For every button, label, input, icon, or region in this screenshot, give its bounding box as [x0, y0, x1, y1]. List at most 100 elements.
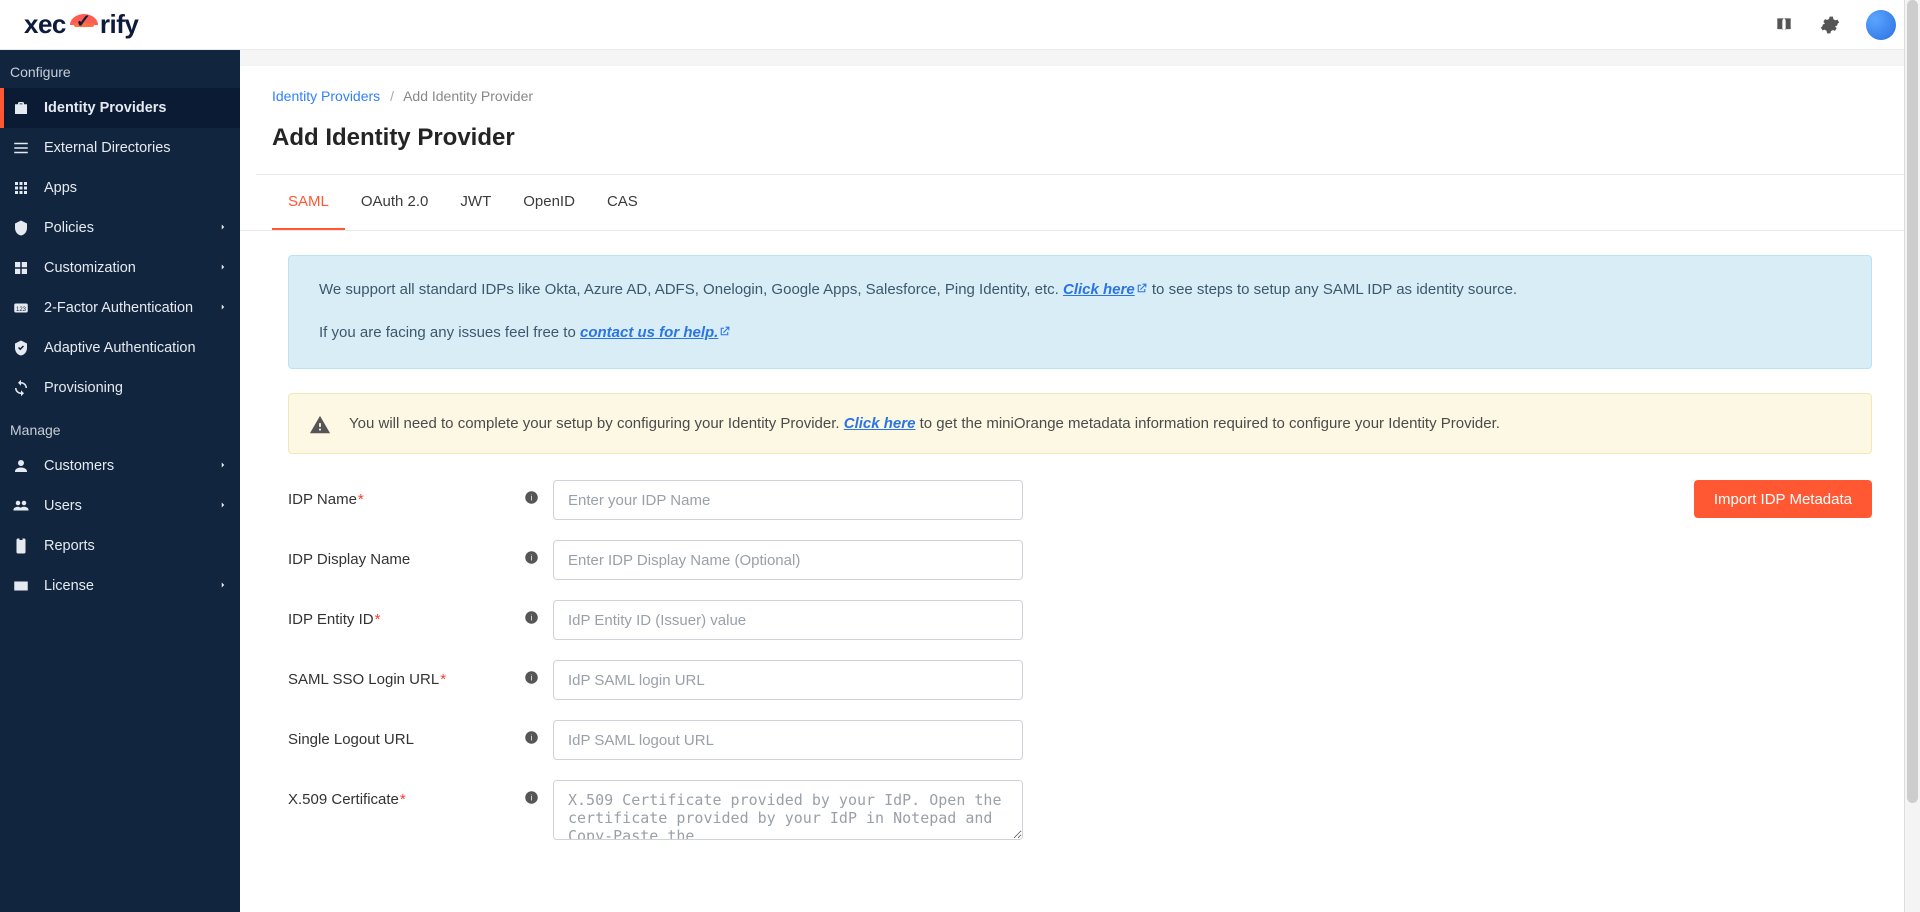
- field-label: IDP Display Namei: [288, 540, 553, 569]
- logo[interactable]: xec rify: [24, 9, 138, 40]
- form-row-single-logout-url: Single Logout URLi: [288, 720, 1872, 760]
- shieldok-icon: [12, 339, 30, 357]
- form-row-idp-display-name: IDP Display Namei: [288, 540, 1872, 580]
- tab-saml[interactable]: SAML: [272, 175, 345, 230]
- field-label: X.509 Certificate*i: [288, 780, 553, 809]
- field-label: IDP Name*i: [288, 480, 553, 509]
- warn-click-here-link[interactable]: Click here: [844, 415, 916, 432]
- scrollbar-thumb[interactable]: [1907, 0, 1918, 803]
- info-text-2: to see steps to setup any SAML IDP as id…: [1152, 281, 1517, 298]
- sidebar-item-identity-providers[interactable]: Identity Providers: [0, 88, 240, 128]
- info-icon[interactable]: i: [524, 550, 539, 569]
- sidebar-item-provisioning[interactable]: Provisioning: [0, 368, 240, 408]
- header-actions: [1774, 10, 1896, 40]
- external-link-icon: [718, 322, 731, 346]
- sidebar-item-customization[interactable]: Customization: [0, 248, 240, 288]
- sidebar-item-users[interactable]: Users: [0, 486, 240, 526]
- info-text: We support all standard IDPs like Okta, …: [319, 281, 1063, 298]
- tablist: SAMLOAuth 2.0JWTOpenIDCAS: [240, 175, 1920, 231]
- field-label: IDP Entity ID*i: [288, 600, 553, 629]
- sidebar-item-reports[interactable]: Reports: [0, 526, 240, 566]
- tab-openid[interactable]: OpenID: [507, 175, 591, 230]
- tab-oauth-2-0[interactable]: OAuth 2.0: [345, 175, 445, 230]
- sidebar-item-label: Adaptive Authentication: [44, 340, 196, 356]
- gear-icon[interactable]: [1820, 15, 1840, 35]
- sidebar-item-label: Reports: [44, 538, 95, 554]
- breadcrumb-root[interactable]: Identity Providers: [272, 88, 380, 104]
- tab-cas[interactable]: CAS: [591, 175, 654, 230]
- idp-name-input[interactable]: [553, 480, 1023, 520]
- info-icon[interactable]: i: [524, 490, 539, 509]
- tab-content: We support all standard IDPs like Okta, …: [240, 231, 1920, 840]
- external-link-icon: [1135, 279, 1148, 303]
- info-icon[interactable]: i: [524, 670, 539, 689]
- svg-text:i: i: [531, 674, 533, 683]
- idp-display-name-input[interactable]: [553, 540, 1023, 580]
- warn-text: You will need to complete your setup by …: [349, 415, 844, 432]
- warning-icon: [309, 414, 331, 443]
- sidebar-item-adaptive-authentication[interactable]: Adaptive Authentication: [0, 328, 240, 368]
- sidebar-item-external-directories[interactable]: External Directories: [0, 128, 240, 168]
- sidebar-item-apps[interactable]: Apps: [0, 168, 240, 208]
- contact-us-link[interactable]: contact us for help.: [580, 324, 731, 341]
- field-label: Single Logout URLi: [288, 720, 553, 749]
- chevron-right-icon: [218, 578, 228, 594]
- chevron-right-icon: [218, 458, 228, 474]
- chevron-right-icon: [218, 220, 228, 236]
- breadcrumb-sep: /: [390, 88, 394, 104]
- sidebar-item-license[interactable]: License: [0, 566, 240, 606]
- breadcrumb: Identity Providers / Add Identity Provid…: [240, 66, 1920, 104]
- info-click-here-link[interactable]: Click here: [1063, 281, 1148, 298]
- shield-icon: [12, 219, 30, 237]
- form-row-idp-name: IDP Name*i Import IDP Metadata: [288, 480, 1872, 520]
- sidebar-item-label: Provisioning: [44, 380, 123, 396]
- num-icon: 123: [12, 299, 30, 317]
- sidebar-section-configure: Configure: [0, 50, 240, 88]
- idp-entity-id-input[interactable]: [553, 600, 1023, 640]
- toolbar-placeholder: [240, 50, 1920, 66]
- svg-text:i: i: [531, 734, 533, 743]
- sidebar-item-label: License: [44, 578, 94, 594]
- sidebar-item-2-factor-authentication[interactable]: 123 2-Factor Authentication: [0, 288, 240, 328]
- idp-form: IDP Name*i Import IDP Metadata IDP Display…: [288, 480, 1872, 840]
- avatar[interactable]: [1866, 10, 1896, 40]
- saml-sso-login-url-input[interactable]: [553, 660, 1023, 700]
- sidebar: Configure Identity Providers External Dir…: [0, 50, 240, 912]
- chevron-right-icon: [218, 300, 228, 316]
- import-col: Import IDP Metadata: [1694, 480, 1872, 518]
- sidebar-item-label: Users: [44, 498, 82, 514]
- x-509-certificate-input[interactable]: [553, 780, 1023, 840]
- list-icon: [12, 139, 30, 157]
- grid-icon: [12, 179, 30, 197]
- main: Identity Providers / Add Identity Provid…: [240, 50, 1920, 900]
- sidebar-section-manage: Manage: [0, 408, 240, 446]
- form-row-idp-entity-id: IDP Entity ID*i: [288, 600, 1872, 640]
- header: xec rify: [0, 0, 1920, 50]
- info-icon[interactable]: i: [524, 730, 539, 749]
- book-icon[interactable]: [1774, 15, 1794, 35]
- sync-icon: [12, 379, 30, 397]
- sidebar-item-label: Policies: [44, 220, 94, 236]
- single-logout-url-input[interactable]: [553, 720, 1023, 760]
- breadcrumb-current: Add Identity Provider: [403, 88, 533, 104]
- sidebar-item-policies[interactable]: Policies: [0, 208, 240, 248]
- svg-text:i: i: [531, 614, 533, 623]
- info-text-3: If you are facing any issues feel free t…: [319, 324, 580, 341]
- page-title: Add Identity Provider: [240, 104, 1920, 174]
- tab-jwt[interactable]: JWT: [444, 175, 507, 230]
- svg-text:i: i: [531, 554, 533, 563]
- form-row-x-509-certificate: X.509 Certificate*i: [288, 780, 1872, 840]
- info-icon[interactable]: i: [524, 790, 539, 809]
- info-icon[interactable]: i: [524, 610, 539, 629]
- logo-mark-icon: [70, 14, 98, 36]
- card-icon: [12, 577, 30, 595]
- sidebar-item-customers[interactable]: Customers: [0, 446, 240, 486]
- warning-box: You will need to complete your setup by …: [288, 393, 1872, 454]
- import-idp-metadata-button[interactable]: Import IDP Metadata: [1694, 480, 1872, 518]
- sidebar-item-label: External Directories: [44, 140, 171, 156]
- scrollbar[interactable]: [1904, 0, 1920, 912]
- warn-text-2: to get the miniOrange metadata informati…: [920, 415, 1500, 432]
- svg-text:123: 123: [16, 307, 27, 313]
- sidebar-item-label: Identity Providers: [44, 100, 166, 116]
- sidebar-item-label: 2-Factor Authentication: [44, 300, 193, 316]
